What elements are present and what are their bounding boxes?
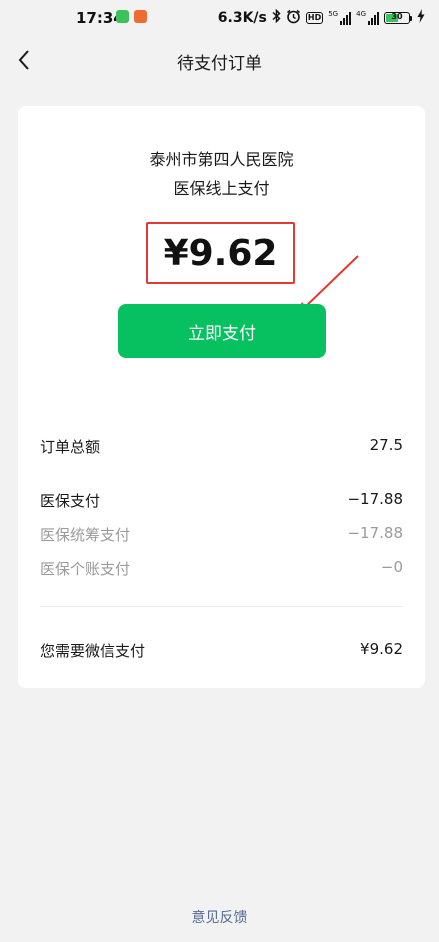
payment-type: 医保线上支付	[173, 179, 270, 198]
divider	[40, 606, 403, 607]
summary-label: 您需要微信支付	[40, 642, 146, 660]
detail-row-insurance: 医保支付 −17.88	[40, 490, 403, 511]
signal-4g-icon: 4G	[356, 11, 379, 25]
detail-row-pooled: 医保统筹支付 −17.88	[40, 524, 403, 545]
detail-row-total: 订单总额 27.5	[40, 436, 403, 457]
summary-value: ¥9.62	[360, 640, 403, 658]
detail-value: −17.88	[347, 490, 403, 508]
status-icons: 6.3K/s HD 5G 4G 30	[217, 8, 425, 28]
order-card: 泰州市第四人民医院 医保线上支付 ¥9.62 立即支付 订单总额 27.5 医保…	[18, 106, 425, 688]
battery-icon: 30	[384, 12, 412, 24]
detail-label: 医保统筹支付	[40, 526, 131, 544]
detail-value: 27.5	[369, 436, 403, 454]
video-notification-icon	[134, 10, 147, 23]
alarm-icon	[286, 9, 301, 28]
detail-label: 医保个账支付	[40, 560, 131, 578]
detail-label: 医保支付	[40, 492, 101, 510]
page-title: 待支付订单	[177, 54, 262, 74]
summary-row: 您需要微信支付 ¥9.62	[40, 640, 403, 661]
detail-label: 订单总额	[40, 438, 101, 456]
nav-bar: 待支付订单	[0, 38, 439, 82]
net-speed: 6.3K/s	[217, 10, 267, 26]
detail-value: −17.88	[347, 524, 403, 542]
hospital-name: 泰州市第四人民医院	[149, 150, 294, 169]
feedback-link[interactable]: 意见反馈	[0, 907, 439, 927]
pay-now-button[interactable]: 立即支付	[118, 304, 326, 358]
signal-5g-icon: 5G	[328, 11, 352, 25]
charging-icon	[417, 9, 425, 27]
amount-due: ¥9.62	[146, 222, 295, 284]
wechat-notification-icon	[116, 10, 129, 23]
status-bar: 17:34 6.3K/s HD 5G 4G 30	[0, 0, 439, 36]
detail-value: −0	[380, 558, 403, 576]
detail-row-personal: 医保个账支付 −0	[40, 558, 403, 579]
bluetooth-icon	[272, 8, 281, 27]
hd-icon: HD	[305, 12, 324, 24]
